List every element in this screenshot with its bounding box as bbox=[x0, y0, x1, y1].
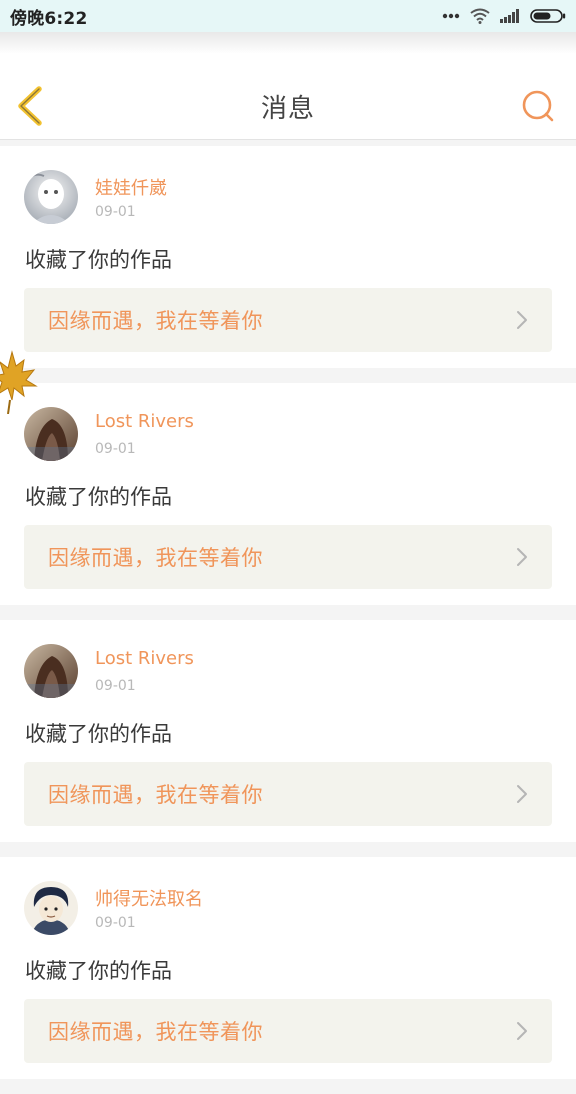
wifi-icon bbox=[470, 8, 490, 24]
avatar[interactable] bbox=[24, 407, 78, 461]
username[interactable]: 帅得无法取名 bbox=[95, 885, 203, 911]
work-link[interactable]: 因缘而遇，我在等着你 bbox=[24, 762, 552, 826]
status-icons bbox=[442, 8, 566, 24]
username[interactable]: 娃娃仟崴 bbox=[95, 174, 167, 200]
message-item: Lost Rivers 09-01 收藏了你的作品 因缘而遇，我在等着你 bbox=[0, 620, 576, 842]
message-date: 09-01 bbox=[95, 915, 136, 931]
status-time: 傍晚6:22 bbox=[10, 8, 88, 29]
avatar[interactable] bbox=[24, 881, 78, 935]
username[interactable]: Lost Rivers bbox=[95, 648, 194, 669]
search-button[interactable] bbox=[520, 88, 556, 124]
message-date: 09-01 bbox=[95, 441, 136, 457]
battery-icon bbox=[530, 9, 566, 23]
work-title: 因缘而遇，我在等着你 bbox=[48, 309, 263, 333]
message-date: 09-01 bbox=[95, 204, 136, 220]
action-text: 收藏了你的作品 bbox=[25, 485, 172, 509]
more-dots-icon bbox=[442, 13, 460, 19]
work-title: 因缘而遇，我在等着你 bbox=[48, 1020, 263, 1044]
work-title: 因缘而遇，我在等着你 bbox=[48, 783, 263, 807]
message-date: 09-01 bbox=[95, 678, 136, 694]
chevron-right-icon bbox=[517, 785, 527, 803]
work-link[interactable]: 因缘而遇，我在等着你 bbox=[24, 525, 552, 589]
action-text: 收藏了你的作品 bbox=[25, 248, 172, 272]
work-link[interactable]: 因缘而遇，我在等着你 bbox=[24, 288, 552, 352]
status-bar: 傍晚6:22 bbox=[0, 0, 576, 32]
action-text: 收藏了你的作品 bbox=[25, 722, 172, 746]
page-title: 消息 bbox=[260, 94, 315, 124]
chevron-right-icon bbox=[517, 311, 527, 329]
maple-leaf-icon bbox=[0, 350, 38, 414]
status-shadow bbox=[0, 32, 576, 54]
header: 消息 bbox=[0, 54, 576, 140]
chevron-right-icon bbox=[517, 1022, 527, 1040]
work-link[interactable]: 因缘而遇，我在等着你 bbox=[24, 999, 552, 1063]
avatar[interactable] bbox=[24, 170, 78, 224]
message-item: 娃娃仟崴 09-01 收藏了你的作品 因缘而遇，我在等着你 bbox=[0, 146, 576, 368]
message-item: Lost Rivers 09-01 收藏了你的作品 因缘而遇，我在等着你 bbox=[0, 383, 576, 605]
signal-icon bbox=[500, 9, 520, 23]
message-item: 帅得无法取名 09-01 收藏了你的作品 因缘而遇，我在等着你 bbox=[0, 857, 576, 1079]
action-text: 收藏了你的作品 bbox=[25, 959, 172, 983]
search-icon bbox=[522, 90, 554, 122]
work-title: 因缘而遇，我在等着你 bbox=[48, 546, 263, 570]
message-list: 娃娃仟崴 09-01 收藏了你的作品 因缘而遇，我在等着你 Lost River… bbox=[0, 146, 576, 1094]
chevron-right-icon bbox=[517, 548, 527, 566]
username[interactable]: Lost Rivers bbox=[95, 411, 194, 432]
avatar[interactable] bbox=[24, 644, 78, 698]
